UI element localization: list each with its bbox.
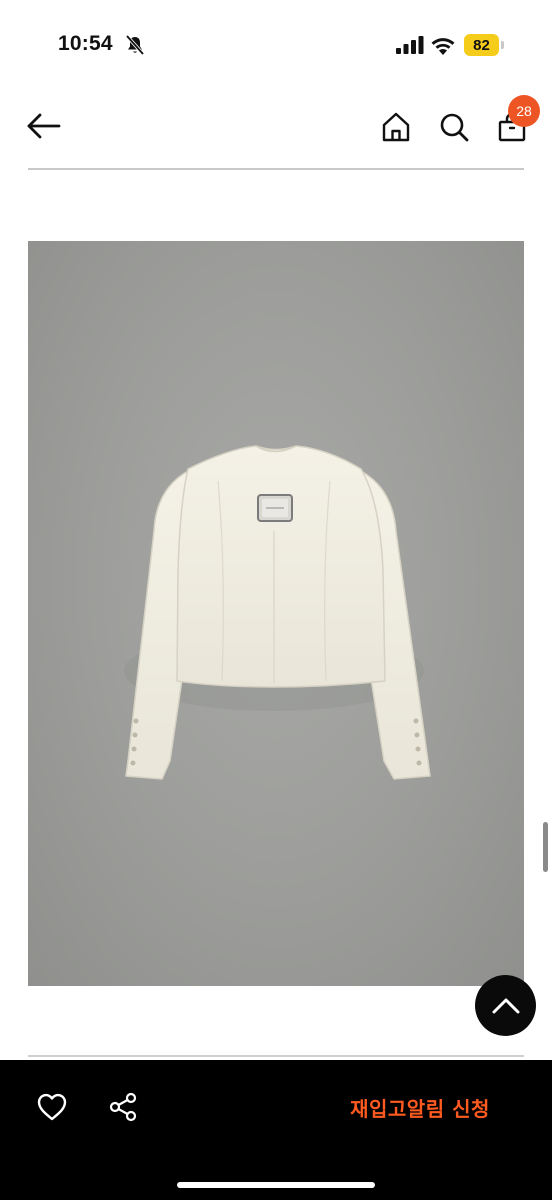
restock-alert-button[interactable]: 재입고알림 신청 xyxy=(325,1086,515,1128)
home-indicator[interactable] xyxy=(177,1182,375,1188)
bottom-action-bar: 재입고알림 신청 xyxy=(0,1060,552,1200)
scrollbar[interactable] xyxy=(543,822,548,872)
scroll-to-top-button[interactable] xyxy=(475,975,536,1036)
chevron-up-icon xyxy=(492,998,519,1013)
heart-icon[interactable] xyxy=(36,1092,68,1122)
back-arrow-icon[interactable] xyxy=(24,109,64,143)
top-nav xyxy=(0,95,552,165)
nav-divider xyxy=(28,168,524,170)
battery-level: 82 xyxy=(464,34,499,56)
share-icon[interactable] xyxy=(108,1092,138,1122)
search-icon[interactable] xyxy=(438,111,470,143)
cart-count-badge: 28 xyxy=(508,95,540,127)
status-time: 10:54 xyxy=(58,32,113,55)
battery-icon: 82 xyxy=(464,34,504,56)
wifi-icon xyxy=(431,38,455,55)
content-divider xyxy=(28,1055,524,1057)
bell-off-icon xyxy=(125,34,145,56)
status-bar: 10:54 82 xyxy=(0,0,552,90)
signal-icon xyxy=(396,36,424,54)
home-icon[interactable] xyxy=(380,111,412,143)
product-image[interactable] xyxy=(28,241,524,986)
